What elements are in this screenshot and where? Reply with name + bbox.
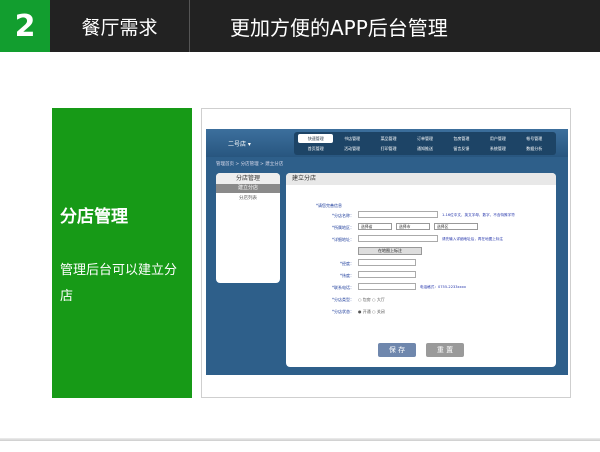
admin-app: 二号店 ▾ 快速管理 书店管理 菜品管理 订单管理 包房管理 用户管理 帐号管理首页管理 活动… — [206, 129, 568, 375]
slide-header: 2 餐厅需求 更加方便的APP后台管理 — [0, 0, 600, 52]
phone-hint: 电话格式：0755-2233xxxx — [420, 285, 467, 289]
menu-item[interactable]: 数据分析 — [517, 144, 552, 153]
row-type: *分店类型： ○ 包房 ○ 大厅 — [296, 295, 546, 304]
feature-panel: 分店管理 管理后台可以建立分店 — [52, 108, 192, 398]
main-menu: 快速管理 书店管理 菜品管理 订单管理 包房管理 用户管理 帐号管理首页管理 活动管理 打印管理… — [294, 132, 556, 155]
address-label: *详细地址： — [332, 237, 354, 242]
district-select[interactable]: 选择区 — [434, 223, 478, 230]
reset-button[interactable]: 重 置 — [426, 343, 464, 357]
breadcrumb: 管理首页 > 分店管理 > 建立分店 — [216, 162, 284, 167]
slide-title: 更加方便的APP后台管理 — [230, 15, 448, 40]
type-label: *分店类型： — [332, 297, 354, 302]
row-lat: *纬度： — [296, 271, 546, 280]
bottom-divider — [0, 438, 600, 441]
status-label: *分店状态： — [332, 309, 354, 314]
menu-item[interactable]: 留言反馈 — [444, 144, 479, 153]
app-topbar: 二号店 ▾ 快速管理 书店管理 菜品管理 订单管理 包房管理 用户管理 帐号管理首页管理 活动… — [206, 129, 568, 157]
name-input[interactable] — [358, 211, 438, 218]
section-name: 餐厅需求 — [50, 0, 190, 52]
menu-item[interactable]: 订单管理 — [407, 134, 442, 143]
phone-label: *联系电话： — [332, 285, 354, 290]
row-map: 在地图上标注 — [296, 247, 546, 256]
address-hint: 请先输入详细地址后，再在地图上标注 — [442, 237, 504, 241]
menu-item[interactable]: 帐号管理 — [517, 134, 552, 143]
save-button[interactable]: 保 存 — [378, 343, 416, 357]
lat-input[interactable] — [358, 271, 416, 278]
row-area: *所属地区： 选择省 选择市 选择区 — [296, 223, 546, 232]
row-status: *分店状态： ● 开通 ○ 关闭 — [296, 307, 546, 316]
lng-label: *经度： — [340, 261, 354, 266]
screenshot-frame: 二号店 ▾ 快速管理 书店管理 菜品管理 订单管理 包房管理 用户管理 帐号管理首页管理 活动… — [201, 108, 571, 398]
menu-item[interactable]: 快速管理 — [298, 134, 334, 143]
store-selector[interactable]: 二号店 ▾ — [228, 139, 251, 148]
name-hint: 1-16位中文、英文字母、数字，不含特殊字符 — [442, 213, 515, 217]
menu-item[interactable]: 首页管理 — [298, 144, 333, 153]
city-select[interactable]: 选择市 — [396, 223, 430, 230]
province-select[interactable]: 选择省 — [358, 223, 392, 230]
area-label: *所属地区： — [332, 225, 354, 230]
form-title: 建立分店 — [286, 173, 556, 185]
lat-label: *纬度： — [340, 273, 354, 278]
menu-item[interactable]: 系统管理 — [480, 144, 515, 153]
menu-item[interactable]: 活动管理 — [334, 144, 369, 153]
map-mark-button[interactable]: 在地图上标注 — [358, 247, 422, 255]
menu-item[interactable]: 包房管理 — [444, 134, 479, 143]
name-label: *分店名称： — [332, 213, 354, 218]
menu-item[interactable]: 菜品管理 — [371, 134, 406, 143]
menu-item[interactable]: 用户管理 — [480, 134, 515, 143]
row-name: *分店名称： 1-16位中文、英文字母、数字，不含特殊字符 — [296, 211, 546, 220]
lng-input[interactable] — [358, 259, 416, 266]
sidebar-item-store-list[interactable]: 分店列表 — [216, 193, 280, 204]
row-phone: *联系电话： 电话格式：0755-2233xxxx — [296, 283, 546, 292]
menu-item[interactable]: 通知推送 — [407, 144, 442, 153]
menu-item[interactable]: 打印管理 — [371, 144, 406, 153]
sidebar-title: 分店管理 — [216, 173, 280, 184]
sidebar: 分店管理 建立分店 分店列表 — [216, 173, 280, 283]
row-address: *详细地址： 请先输入详细地址后，再在地图上标注 — [296, 235, 546, 244]
sidebar-item-create-store[interactable]: 建立分店 — [216, 184, 280, 193]
menu-item[interactable]: 书店管理 — [334, 134, 369, 143]
status-radio-group[interactable]: ● 开通 ○ 关闭 — [358, 307, 385, 316]
address-input[interactable] — [358, 235, 438, 242]
type-radio-group[interactable]: ○ 包房 ○ 大厅 — [358, 295, 385, 304]
form-panel: 建立分店 *请您完善信息 *分店名称： 1-16位中文、英文字母、数字，不含特殊… — [286, 173, 556, 367]
phone-input[interactable] — [358, 283, 416, 290]
row-lng: *经度： — [296, 259, 546, 268]
section-number: 2 — [0, 0, 50, 52]
feature-description: 管理后台可以建立分店 — [60, 263, 178, 304]
feature-heading: 分店管理 — [60, 207, 128, 227]
form-note: *请您完善信息 — [316, 203, 342, 208]
